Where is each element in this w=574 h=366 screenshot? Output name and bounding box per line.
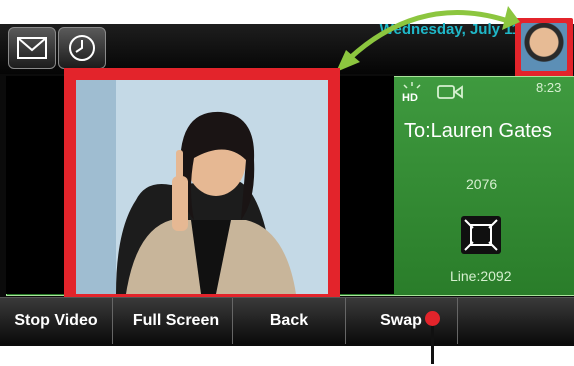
full-screen-icon <box>461 216 501 254</box>
softkey-bar: Stop Video Full Screen Back Swap <box>0 297 574 344</box>
swap-button[interactable]: Swap <box>345 298 458 344</box>
full-screen-softkey[interactable]: Full Screen <box>120 298 233 344</box>
remote-video[interactable] <box>76 80 328 294</box>
back-button[interactable]: Back <box>233 298 346 344</box>
call-number: 2076 <box>466 176 498 192</box>
hd-audio-icon: HD <box>400 82 424 104</box>
hd-label: HD <box>402 92 418 104</box>
callout-dot <box>425 311 440 326</box>
softkey-empty <box>458 298 570 344</box>
stop-video-button[interactable]: Stop Video <box>0 298 113 344</box>
call-recipient: To:Lauren Gates <box>404 120 552 142</box>
left-video-bar <box>6 76 68 294</box>
full-screen-button[interactable] <box>461 216 501 254</box>
call-duration: 8:23 <box>536 80 562 95</box>
center-video-bar <box>338 76 394 294</box>
call-line: Line:2092 <box>450 268 512 284</box>
video-camera-icon <box>437 84 463 100</box>
